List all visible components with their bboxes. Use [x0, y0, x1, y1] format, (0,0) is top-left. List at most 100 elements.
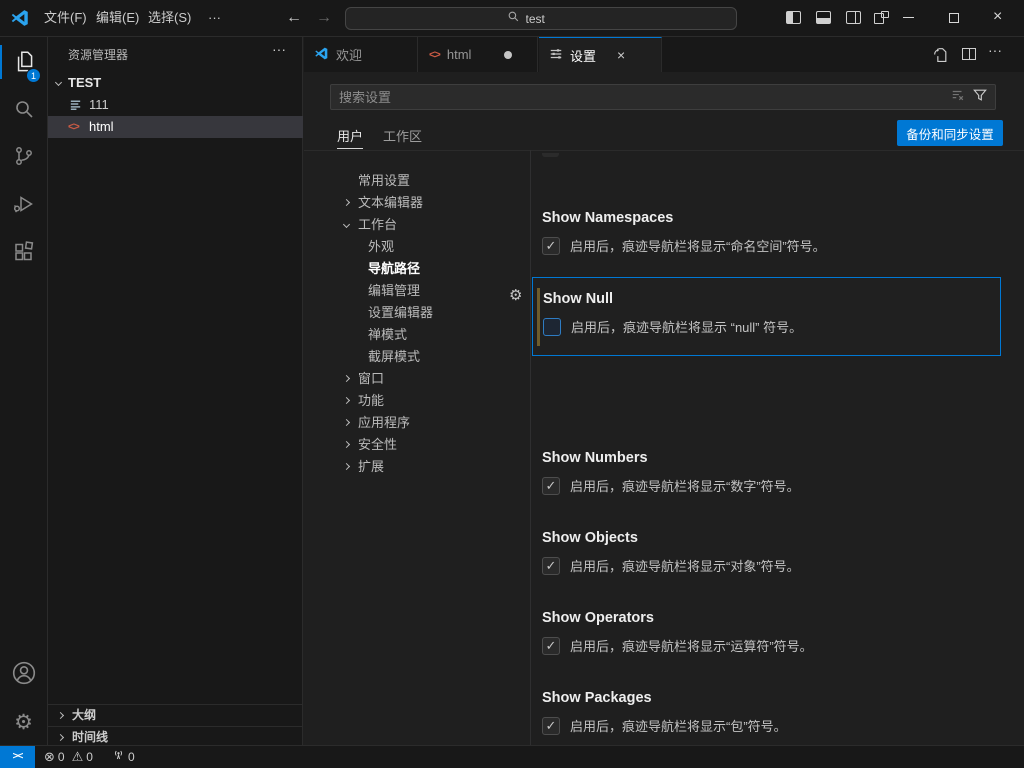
toc-item-screencast-mode[interactable]: 截屏模式 — [304, 346, 526, 368]
search-activity-button[interactable] — [0, 91, 47, 131]
toc-item-extensions[interactable]: 扩展 — [304, 456, 526, 478]
settings-list: Show Namespaces 启用后，痕迹导航栏将显示“命名空间”符号。 Sh… — [530, 150, 1024, 745]
toc-item-zen-mode[interactable]: 禅模式 — [304, 324, 526, 346]
setting-title: Show Objects — [542, 530, 638, 546]
menu-more-icon[interactable]: ··· — [200, 0, 229, 36]
toc-item-commonly-used[interactable]: 常用设置 — [304, 170, 526, 192]
checkbox-show-null[interactable] — [543, 318, 561, 336]
toc-item-features[interactable]: 功能 — [304, 390, 526, 412]
menu-file[interactable]: 文件(F) — [36, 0, 95, 36]
dirty-indicator-icon[interactable] — [504, 51, 512, 59]
tree-item-html[interactable]: <> html — [48, 116, 303, 138]
search-icon — [507, 10, 520, 28]
manage-button[interactable]: ⚙ — [0, 702, 47, 742]
explorer-activity-button[interactable]: 1 — [0, 44, 47, 84]
ports-status[interactable]: 0 — [112, 746, 135, 768]
run-debug-icon — [12, 192, 36, 221]
menu-edit[interactable]: 编辑(E) — [88, 0, 147, 36]
sidebar-title: 资源管理器 — [68, 46, 128, 63]
scope-tab-user[interactable]: 用户 — [337, 125, 363, 149]
tree-item-111[interactable]: 111 — [48, 94, 303, 116]
toc-item-window[interactable]: 窗口 — [304, 368, 526, 390]
backup-sync-settings-button[interactable]: 备份和同步设置 — [897, 120, 1003, 146]
vscode-logo-icon — [314, 46, 329, 64]
tree-root-test[interactable]: TEST — [48, 72, 303, 94]
timeline-panel-header[interactable]: 时间线 — [48, 726, 303, 747]
explorer-sidebar: 资源管理器 ··· TEST 111 <> html 大纲 时间线 — [48, 37, 303, 745]
run-debug-activity-button[interactable] — [0, 186, 47, 226]
checkbox-show-numbers[interactable] — [542, 477, 560, 495]
setting-show-operators: Show Operators 启用后，痕迹导航栏将显示“运算符”符号。 — [531, 596, 1011, 676]
tab-settings[interactable]: 设置 × — [539, 37, 662, 72]
outline-panel-header[interactable]: 大纲 — [48, 704, 303, 725]
toc-item-application[interactable]: 应用程序 — [304, 412, 526, 434]
search-icon — [12, 97, 36, 126]
account-icon — [11, 660, 37, 691]
filter-icon[interactable] — [973, 88, 987, 107]
title-bar: 文件(F) 编辑(E) 选择(S) ··· ← → × — [0, 0, 1024, 37]
toggle-secondary-sidebar-icon[interactable] — [846, 11, 861, 24]
scope-tab-workspace[interactable]: 工作区 — [383, 125, 422, 149]
close-button[interactable]: × — [993, 8, 1002, 26]
warnings-icon: ⚠ — [72, 746, 84, 768]
split-editor-icon[interactable] — [962, 48, 976, 60]
sidebar-more-actions-icon[interactable]: ··· — [272, 41, 286, 57]
setting-show-null[interactable]: Show Null 启用后，痕迹导航栏将显示 “null” 符号。 — [532, 277, 1001, 356]
checkbox-show-packages[interactable] — [542, 717, 560, 735]
explorer-badge: 1 — [26, 68, 41, 83]
setting-show-packages: Show Packages 启用后，痕迹导航栏将显示“包”符号。 — [531, 676, 1011, 745]
toc-item-settings-editor[interactable]: 设置编辑器 — [304, 302, 526, 324]
chevron-right-icon — [57, 734, 64, 741]
modified-indicator — [537, 288, 540, 346]
accounts-button[interactable] — [0, 655, 47, 695]
open-settings-json-icon[interactable] — [932, 46, 949, 68]
toc-item-text-editor[interactable]: 文本编辑器 — [304, 192, 526, 214]
setting-gear-icon[interactable]: ⚙ — [509, 286, 522, 304]
source-control-icon — [12, 144, 36, 173]
minimize-button[interactable] — [903, 17, 914, 18]
customize-layout-icon[interactable] — [874, 11, 889, 24]
activity-bar: 1 ⚙ — [0, 37, 48, 745]
toggle-panel-icon[interactable] — [816, 11, 831, 24]
chevron-right-icon — [57, 712, 64, 719]
command-center-search[interactable] — [345, 7, 737, 30]
gear-icon: ⚙ — [14, 710, 33, 735]
partial-row-remnant — [542, 153, 559, 157]
setting-show-numbers: Show Numbers 启用后，痕迹导航栏将显示“数字”符号。 — [531, 436, 1011, 516]
setting-title: Show Packages — [542, 690, 652, 706]
toc-item-appearance[interactable]: 外观 — [304, 236, 526, 258]
toc-item-security[interactable]: 安全性 — [304, 434, 526, 456]
toc-item-breadcrumbs[interactable]: 导航路径 — [304, 258, 526, 280]
tab-welcome[interactable]: 欢迎 — [304, 37, 418, 72]
settings-search-input[interactable] — [331, 90, 951, 105]
checkbox-show-namespaces[interactable] — [542, 237, 560, 255]
close-tab-icon[interactable]: × — [617, 47, 625, 63]
tab-html[interactable]: <> html — [419, 37, 538, 72]
errors-icon: ⊗ — [44, 746, 55, 768]
setting-title: Show Numbers — [542, 450, 648, 466]
html-file-icon: <> — [68, 116, 79, 138]
extensions-activity-button[interactable] — [0, 234, 47, 274]
toc-item-workbench[interactable]: 工作台 — [304, 214, 526, 236]
maximize-button[interactable] — [949, 13, 959, 23]
remote-indicator[interactable]: >< — [0, 746, 35, 768]
tab-bar: 欢迎 <> html 设置 × ··· — [304, 37, 1024, 72]
clear-search-icon[interactable] — [951, 88, 965, 107]
tab-more-actions-icon[interactable]: ··· — [988, 42, 1002, 58]
toggle-sidebar-icon[interactable] — [786, 11, 801, 24]
chevron-right-icon — [343, 463, 350, 470]
source-control-activity-button[interactable] — [0, 138, 47, 178]
toc-item-editor-management[interactable]: 编辑管理 — [304, 280, 526, 302]
chevron-down-icon — [343, 221, 350, 228]
editor-area: 欢迎 <> html 设置 × ··· — [304, 37, 1024, 745]
vscode-logo-icon — [10, 8, 30, 33]
command-center-input[interactable] — [526, 12, 576, 26]
checkbox-show-operators[interactable] — [542, 637, 560, 655]
menu-select[interactable]: 选择(S) — [140, 0, 199, 36]
checkbox-show-objects[interactable] — [542, 557, 560, 575]
active-indicator — [0, 45, 2, 79]
chevron-down-icon — [55, 79, 62, 86]
settings-search-box[interactable] — [330, 84, 996, 110]
back-arrow-icon[interactable]: ← — [286, 0, 302, 36]
problems-status[interactable]: ⊗ 0 ⚠ 0 — [44, 746, 93, 768]
